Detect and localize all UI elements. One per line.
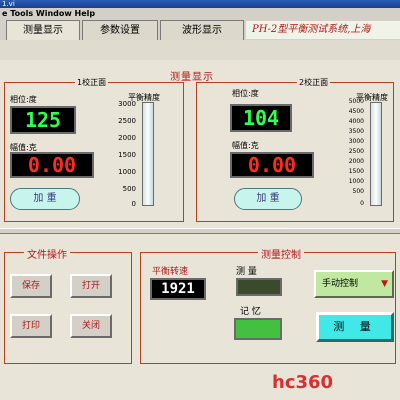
plane1-amp-display: 0.00 xyxy=(10,152,94,178)
tab-param-settings[interactable]: 参数设置 xyxy=(82,20,158,40)
record-status-label: 记 忆 xyxy=(240,307,261,317)
plane2-phase-label: 相位:度 xyxy=(232,89,259,98)
plane2-gauge-scale: 5000 4500 4000 3500 3000 2500 2000 1500 … xyxy=(334,98,364,210)
gauge-tick-label: 2000 xyxy=(118,134,136,142)
tab-label: 测量显示 xyxy=(23,25,63,36)
gauge-tick-label: 3000 xyxy=(118,100,136,108)
manual-control-label: 手动控制 xyxy=(322,279,359,289)
tab-measure-display[interactable]: 测量显示 xyxy=(6,20,80,40)
file-ops-title: 文件操作 xyxy=(24,246,70,261)
plane2-phase-display: 104 xyxy=(230,104,292,132)
measure-indicator-led xyxy=(236,278,282,296)
gauge-tick-label: 4500 xyxy=(348,108,364,115)
manual-control-dropdown[interactable]: 手动控制 ▼ xyxy=(314,270,394,298)
app-window: 1.vi e Tools Window Help 测量显示 参数设置 波形显示 … xyxy=(0,0,400,400)
section-divider xyxy=(0,228,400,234)
gauge-tick-label: 1000 xyxy=(348,178,364,185)
tab-row: 测量显示 参数设置 波形显示 PH-2型平衡测试系统,上海 xyxy=(0,20,400,60)
tab-label: 波形显示 xyxy=(182,25,222,36)
plane1-label: 1校正面 xyxy=(75,77,109,88)
system-banner: PH-2型平衡测试系统,上海 xyxy=(246,21,400,39)
record-indicator-led xyxy=(234,318,282,340)
measure-status-label: 测 量 xyxy=(236,267,257,277)
gauge-tick-label: 4000 xyxy=(348,118,364,125)
plane2-amp-display: 0.00 xyxy=(230,152,314,178)
print-button[interactable]: 打印 xyxy=(10,314,52,338)
plane1-precision-gauge xyxy=(142,102,154,206)
gauge-tick-label: 1000 xyxy=(118,168,136,176)
gauge-tick-label: 0 xyxy=(360,200,364,207)
dropdown-arrow-icon: ▼ xyxy=(381,279,388,289)
plane2-add-weight-button[interactable]: 加 重 xyxy=(234,188,302,210)
gauge-tick-label: 2500 xyxy=(118,117,136,125)
window-title-bar: 1.vi xyxy=(0,0,400,8)
measure-panel-title: 测量显示 xyxy=(170,72,214,83)
plane2-amp-label: 幅值:克 xyxy=(232,141,259,150)
balance-speed-label: 平衡转速 xyxy=(152,267,189,277)
tab-label: 参数设置 xyxy=(100,25,140,36)
plane2-label: 2校正面 xyxy=(297,77,331,88)
tab-waveform-display[interactable]: 波形显示 xyxy=(160,20,244,40)
gauge-tick-label: 500 xyxy=(352,188,364,195)
gauge-tick-label: 3000 xyxy=(348,138,364,145)
measure-button[interactable]: 测 量 xyxy=(316,312,394,342)
gauge-tick-label: 2000 xyxy=(348,158,364,165)
menu-bar[interactable]: e Tools Window Help xyxy=(0,8,400,20)
gauge-tick-label: 1500 xyxy=(348,168,364,175)
menu-items[interactable]: e Tools Window Help xyxy=(2,9,95,18)
window-title: 1.vi xyxy=(2,0,15,8)
close-button[interactable]: 关闭 xyxy=(70,314,112,338)
open-button[interactable]: 打开 xyxy=(70,274,112,298)
tab-content-strip xyxy=(0,40,400,60)
plane1-phase-display: 125 xyxy=(10,106,76,134)
gauge-tick-label: 500 xyxy=(122,185,136,193)
plane1-phase-label: 相位:度 xyxy=(10,95,37,104)
gauge-tick-label: 2500 xyxy=(348,148,364,155)
gauge-tick-label: 1500 xyxy=(118,151,136,159)
plane2-precision-gauge xyxy=(370,102,382,206)
gauge-tick-label: 5000 xyxy=(348,98,364,105)
balance-speed-display: 1921 xyxy=(150,278,206,300)
watermark-text: hc360 xyxy=(272,372,334,393)
measure-control-title: 测量控制 xyxy=(258,246,304,261)
gauge-tick-label: 0 xyxy=(131,200,136,208)
gauge-tick-label: 3500 xyxy=(348,128,364,135)
plane1-gauge-scale: 3000 2500 2000 1500 1000 500 0 xyxy=(106,100,136,210)
file-ops-group xyxy=(4,252,132,364)
save-button[interactable]: 保存 xyxy=(10,274,52,298)
plane1-add-weight-button[interactable]: 加 重 xyxy=(10,188,80,210)
